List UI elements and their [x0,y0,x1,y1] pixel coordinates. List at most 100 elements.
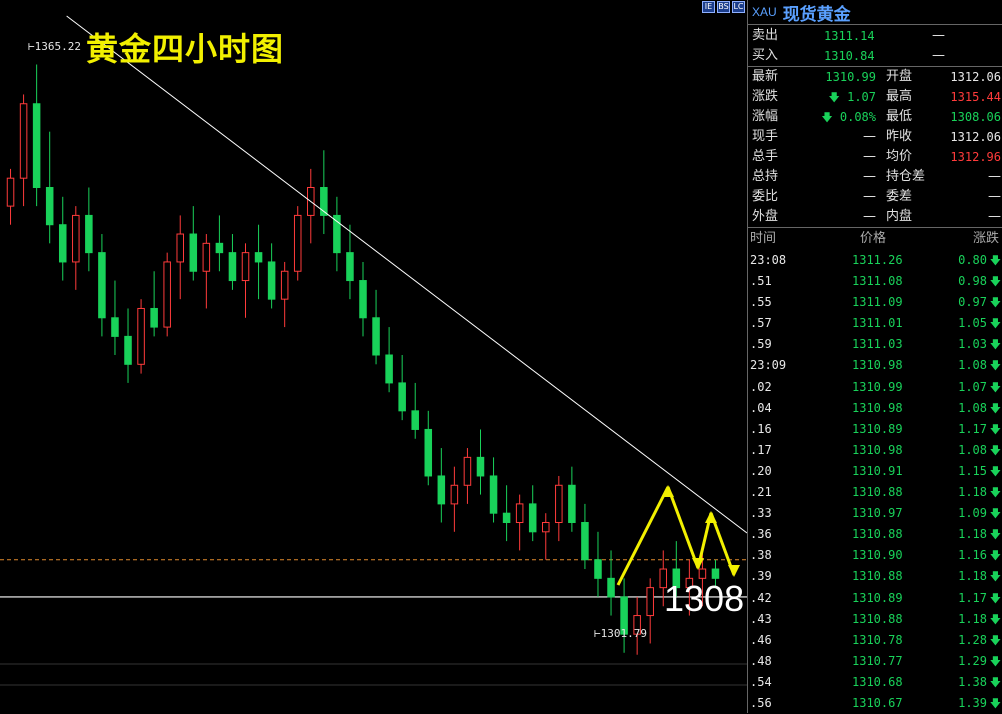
buy-volume: — [932,48,945,63]
tick-time: .56 [750,695,772,710]
tick-list[interactable]: 23:08 1311.26 0.80 🡇 .51 1311.08 0.98 🡇 .55 1311.… [748,250,1002,714]
bid-diff-value: — [988,189,1001,204]
tick-price: 1310.77 [852,653,903,668]
toolbar-icons: IE BS LC [702,1,745,13]
tick-row[interactable]: .48 1310.77 1.29 🡇 [748,651,1002,672]
quote-stats: 最新 1310.99 开盘 1312.06 涨跌 🡇 1.07 最高 1315.… [748,67,1002,228]
tick-change: 1.07 [958,379,987,394]
sell-price: 1311.14 [824,29,875,43]
tick-change: 1.08 [958,358,987,373]
chart-title: 黄金四小时图 [86,30,285,68]
tick-change: 1.08 [958,442,987,457]
stat-row-total: 总手 — 均价 1312.96 [748,147,1002,167]
candle-body [515,503,524,523]
tick-row[interactable]: .20 1310.91 1.15 🡇 [748,461,1002,482]
tick-time: .20 [750,463,772,478]
candle-body [124,335,132,365]
tick-time: .51 [750,274,772,289]
tick-change: 1.38 [958,674,987,689]
candle-body [241,252,250,282]
prev-close-value: 1312.06 [950,130,1001,144]
candle-body [163,261,171,328]
tick-row[interactable]: .56 1310.67 1.39 🡇 [748,693,1002,714]
tick-price: 1311.26 [852,253,903,267]
tick-row[interactable]: .36 1310.88 1.18 🡇 [748,524,1002,545]
tick-time: .57 [750,316,772,331]
tick-time: .59 [750,337,772,352]
prev-close-label: 昨收 [886,129,913,144]
tick-row[interactable]: .17 1310.98 1.08 🡇 [748,440,1002,461]
tick-price: 1310.88 [852,485,903,500]
ticks-header-change: 涨跌 [972,231,999,246]
instrument-code: XAU [752,5,777,19]
candle-body [228,252,237,282]
down-arrow-icon: 🡇 [989,591,1001,605]
chart-canvas[interactable] [0,0,747,713]
candle-body [385,354,393,384]
instrument-header[interactable]: XAU 现货黄金 [748,0,1002,25]
tick-row[interactable]: .42 1310.89 1.17 🡇 [748,588,1002,609]
tick-row[interactable]: .21 1310.88 1.18 🡇 [748,482,1002,503]
total-hold-value: — [863,169,876,184]
tick-time: .43 [750,611,772,626]
tick-time: 23:09 [750,358,787,373]
tick-price: 1311.08 [852,274,903,289]
now-vol-label: 现手 [752,129,779,144]
candle-body [594,559,602,579]
tick-row[interactable]: .46 1310.78 1.28 🡇 [748,630,1002,651]
tick-row[interactable]: 23:09 1310.98 1.08 🡇 [748,355,1002,376]
down-arrow-icon: 🡇 [989,528,1001,542]
tick-row[interactable]: .54 1310.68 1.38 🡇 [748,672,1002,693]
tick-row[interactable]: .57 1311.01 1.05 🡇 [748,313,1002,334]
tick-time: .46 [750,632,772,647]
inner-label: 内盘 [886,209,913,224]
candle-body [85,214,93,254]
down-arrow-icon: 🡇 [989,401,1001,415]
tick-row[interactable]: .43 1310.88 1.18 🡇 [748,609,1002,630]
candle-body [463,456,472,486]
tick-row[interactable]: .38 1310.90 1.16 🡇 [748,545,1002,566]
candle-body [411,410,419,430]
candlestick-chart[interactable]: 黄金四小时图 1308 ⊢1365.22 ⊢1301.79 [0,0,747,713]
candle-body [489,475,498,514]
down-arrow-icon: 🡇 [989,275,1001,289]
down-arrow-icon: 🡇 [989,633,1001,647]
tick-row[interactable]: .02 1310.99 1.07 🡇 [748,377,1002,398]
stat-row-vol: 现手 — 昨收 1312.06 [748,127,1002,147]
tick-row[interactable]: 23:08 1311.26 0.80 🡇 [748,250,1002,271]
stat-row-change: 涨跌 🡇 1.07 最高 1315.44 [748,87,1002,107]
high-price-label: ⊢1365.22 [28,40,81,53]
candle-body [450,484,459,505]
tick-price: 1310.67 [852,695,903,710]
tick-row[interactable]: .16 1310.89 1.17 🡇 [748,419,1002,440]
ie-icon[interactable]: IE [702,1,715,13]
candle-body [150,307,158,328]
avg-label: 均价 [886,149,913,164]
candle-body [111,317,119,337]
tick-time: .55 [750,295,772,310]
tick-price: 1311.03 [852,337,903,352]
tick-price: 1310.88 [852,569,903,584]
tick-row[interactable]: .39 1310.88 1.18 🡇 [748,566,1002,587]
tick-row[interactable]: .04 1310.98 1.08 🡇 [748,398,1002,419]
down-arrow-icon: 🡇 [989,296,1001,310]
tick-price: 1311.09 [852,295,903,310]
tick-row[interactable]: .33 1310.97 1.09 🡇 [748,503,1002,524]
tick-row[interactable]: .51 1311.08 0.98 🡇 [748,271,1002,292]
tick-price: 1310.78 [852,632,903,647]
sell-volume: — [932,28,945,43]
candle-body [45,187,54,226]
down-arrow-icon: 🡇 [828,91,840,104]
tick-change: 1.28 [958,632,987,647]
inner-value: — [988,209,1001,224]
bs-icon[interactable]: BS [717,1,730,13]
stat-row-latest: 最新 1310.99 开盘 1312.06 [748,67,1002,87]
tick-row[interactable]: .55 1311.09 0.97 🡇 [748,292,1002,313]
tick-row[interactable]: .59 1311.03 1.03 🡇 [748,334,1002,355]
lc-icon[interactable]: LC [732,1,745,13]
tick-change: 1.15 [958,463,987,478]
candle-body [293,214,302,272]
pattern-arrow [666,486,700,569]
down-arrow-icon: 🡇 [989,654,1001,668]
candle-body [215,242,224,254]
